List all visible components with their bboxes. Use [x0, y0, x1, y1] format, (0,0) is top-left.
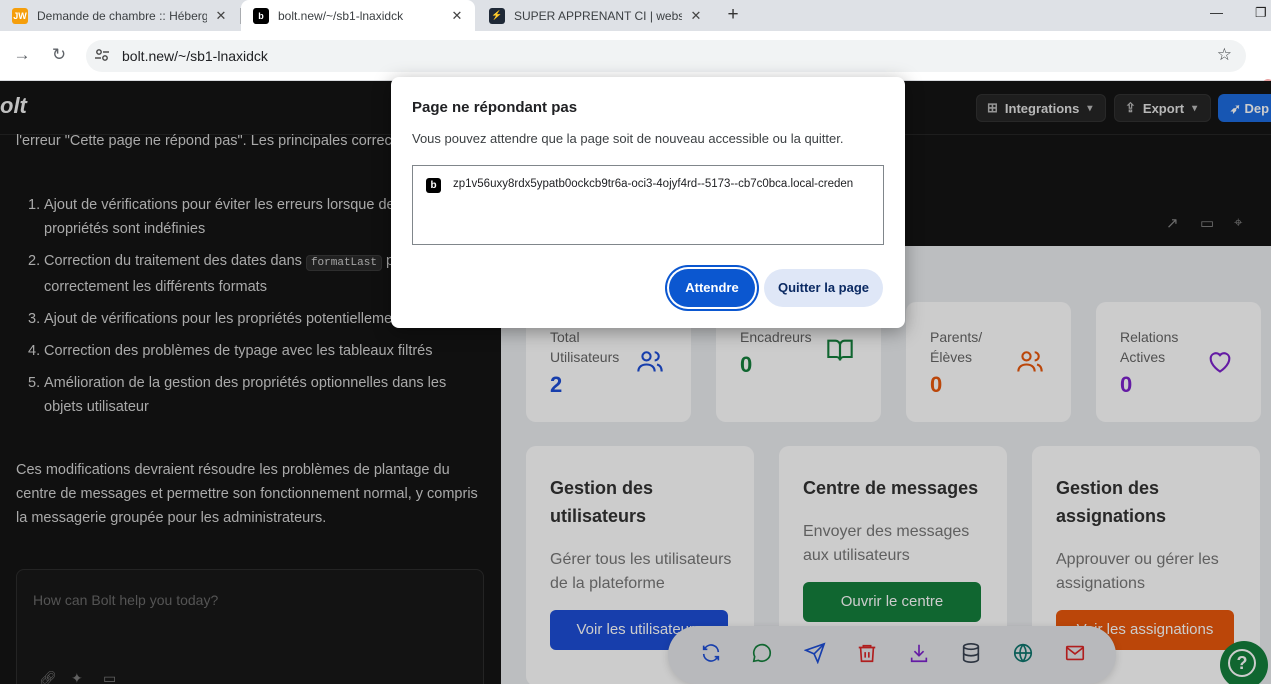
restore-icon[interactable]: ❐	[1255, 5, 1267, 21]
url-text: bolt.new/~/sb1-lnaxidck	[122, 48, 268, 64]
wait-button[interactable]: Attendre	[669, 269, 755, 307]
tab-title: bolt.new/~/sb1-lnaxidck	[278, 8, 404, 23]
unresponsive-page-url: zp1v56uxy8rdx5ypatb0ockcb9tr6a-oci3-4ojy…	[453, 178, 854, 190]
tab-demande-chambre[interactable]: JW Demande de chambre :: Héberg ✕	[0, 0, 239, 31]
tab-title: SUPER APPRENANT CI | website	[514, 8, 682, 23]
browser-toolbar: → ↻ bolt.new/~/sb1-lnaxidck ☆	[0, 31, 1271, 93]
site-settings-icon[interactable]	[94, 47, 110, 63]
bolt-favicon-icon: b	[426, 178, 441, 193]
tab-bolt[interactable]: b bolt.new/~/sb1-lnaxidck ✕	[241, 0, 475, 31]
unresponsive-page-list: b zp1v56uxy8rdx5ypatb0ockcb9tr6a-oci3-4o…	[412, 165, 884, 245]
bookmark-star-icon[interactable]: ☆	[1217, 45, 1232, 65]
bolt-favicon-icon: b	[253, 7, 269, 24]
tab-title: Demande de chambre :: Héberg	[37, 8, 207, 23]
reload-icon[interactable]: ↻	[49, 45, 69, 65]
page-unresponsive-dialog: Page ne répondant pas Vous pouvez attend…	[391, 77, 905, 328]
tab-strip: JW Demande de chambre :: Héberg ✕ b bolt…	[0, 0, 1271, 31]
bolt-lightning-favicon-icon: ⚡	[489, 7, 505, 24]
minimize-icon[interactable]: —	[1210, 5, 1223, 20]
close-icon[interactable]: ✕	[213, 8, 229, 24]
forward-icon[interactable]: →	[12, 45, 32, 65]
jw-favicon-icon: JW	[12, 7, 28, 24]
quit-page-button[interactable]: Quitter la page	[764, 269, 883, 307]
new-tab-button[interactable]: +	[724, 3, 742, 27]
address-bar[interactable]: bolt.new/~/sb1-lnaxidck ☆	[86, 40, 1246, 72]
dialog-title: Page ne répondant pas	[412, 99, 578, 116]
tab-super-apprenant[interactable]: ⚡ SUPER APPRENANT CI | website ✕	[477, 0, 714, 31]
dialog-message: Vous pouvez attendre que la page soit de…	[412, 131, 844, 146]
close-icon[interactable]: ✕	[688, 8, 704, 24]
close-icon[interactable]: ✕	[449, 8, 465, 24]
